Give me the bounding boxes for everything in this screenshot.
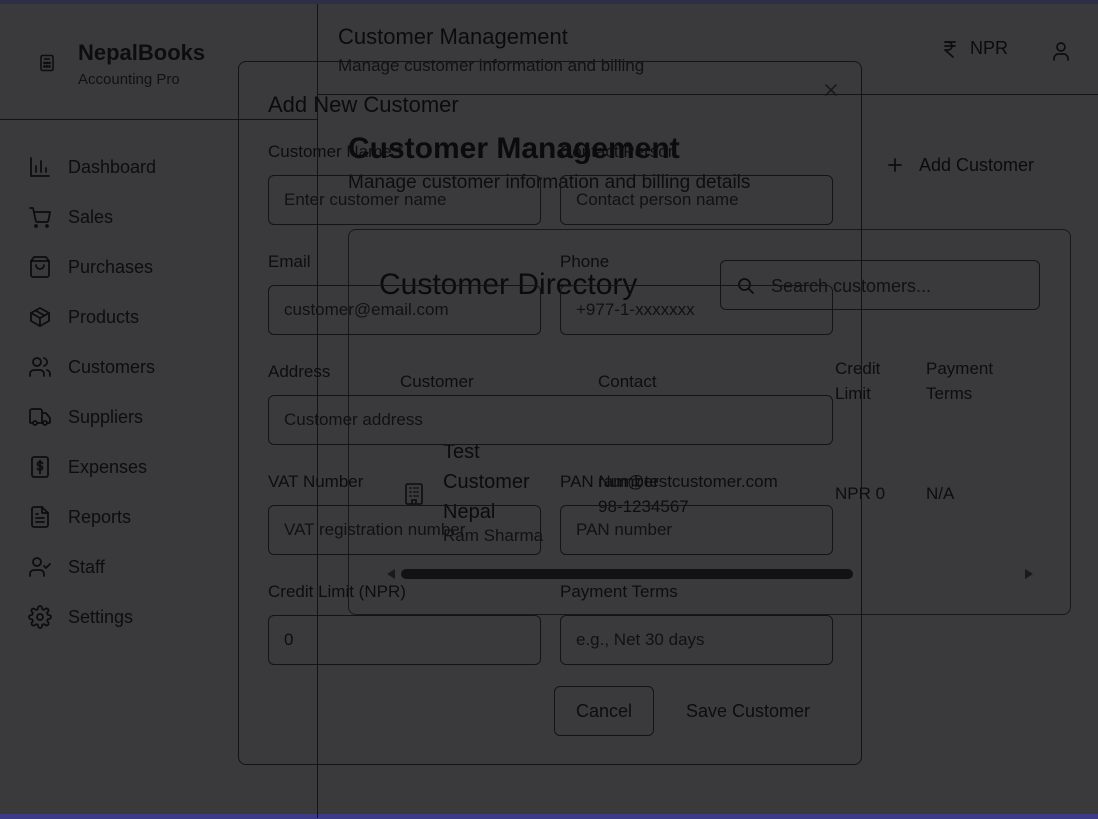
cart-icon [29, 207, 51, 228]
phone-field[interactable] [560, 285, 833, 335]
plus-icon [888, 158, 902, 172]
vat-number-field[interactable] [268, 505, 541, 555]
column-header-payment-terms-line1: Payment [926, 359, 994, 378]
brand-subtitle: Accounting Pro [78, 71, 180, 88]
sidebar-item-label: Purchases [68, 256, 154, 277]
customer-name-label: Customer Name * [268, 142, 404, 161]
email-field[interactable] [268, 285, 541, 335]
phone-label: Phone [560, 252, 610, 271]
currency-selector[interactable]: NPR [940, 38, 1008, 59]
sidebar-item-label: Staff [68, 556, 105, 577]
sidebar-item-label: Products [68, 306, 140, 327]
sidebar-item-label: Reports [68, 506, 132, 527]
brand-name: NepalBooks [78, 40, 206, 65]
credit-limit-field[interactable] [268, 615, 541, 665]
sidebar-item-label: Settings [68, 606, 134, 627]
currency-label: NPR [970, 38, 1009, 58]
document-icon [31, 506, 49, 528]
add-customer-label: Add Customer [919, 154, 1035, 175]
contact-person-input[interactable] [560, 175, 833, 225]
rupee-icon [944, 40, 956, 58]
address-label: Address [268, 362, 331, 381]
add-customer-button[interactable]: Add Customer [885, 148, 1034, 182]
payment-terms-field[interactable] [560, 615, 833, 665]
vat-number-label: VAT Number [268, 472, 364, 491]
cancel-button[interactable]: Cancel [554, 686, 654, 736]
users-icon [29, 357, 51, 377]
save-customer-button[interactable]: Save Customer [671, 686, 825, 736]
bar-chart-icon [30, 157, 50, 177]
email-label: Email [268, 252, 311, 271]
user-check-icon [29, 557, 51, 577]
truck-icon [29, 408, 51, 426]
page-title: Customer Management [338, 24, 568, 49]
customer-payment-terms: N/A [926, 484, 955, 503]
package-icon [30, 307, 50, 327]
pan-number-field[interactable] [560, 505, 833, 555]
scroll-right-arrow-icon[interactable] [1025, 569, 1033, 579]
pan-number-label: PAN Number [560, 472, 659, 491]
credit-limit-label: Credit Limit (NPR) [268, 582, 406, 601]
sidebar-item-label: Sales [68, 206, 114, 227]
sidebar-item-label: Customers [68, 356, 156, 377]
sidebar-item-label: Suppliers [68, 406, 144, 427]
calculator-icon [40, 54, 54, 72]
gear-icon [28, 605, 52, 629]
address-field[interactable] [268, 395, 833, 445]
sidebar-item-label: Dashboard [68, 156, 157, 177]
payment-terms-label: Payment Terms [560, 582, 678, 601]
contact-person-label: Contact Person [560, 142, 678, 161]
column-header-payment-terms-line2: Terms [926, 384, 973, 403]
column-header-payment-terms: Payment Terms [926, 356, 993, 406]
shopping-bag-icon [30, 256, 50, 278]
dialog-title: Add New Customer [268, 92, 459, 117]
close-icon[interactable] [823, 82, 839, 98]
customer-name-input[interactable] [268, 175, 541, 225]
user-icon[interactable] [1050, 40, 1072, 62]
dollar-receipt-icon [31, 456, 49, 478]
sidebar-item-label: Expenses [68, 456, 148, 477]
add-customer-dialog: Add New Customer Customer Name * Contact… [238, 61, 862, 765]
